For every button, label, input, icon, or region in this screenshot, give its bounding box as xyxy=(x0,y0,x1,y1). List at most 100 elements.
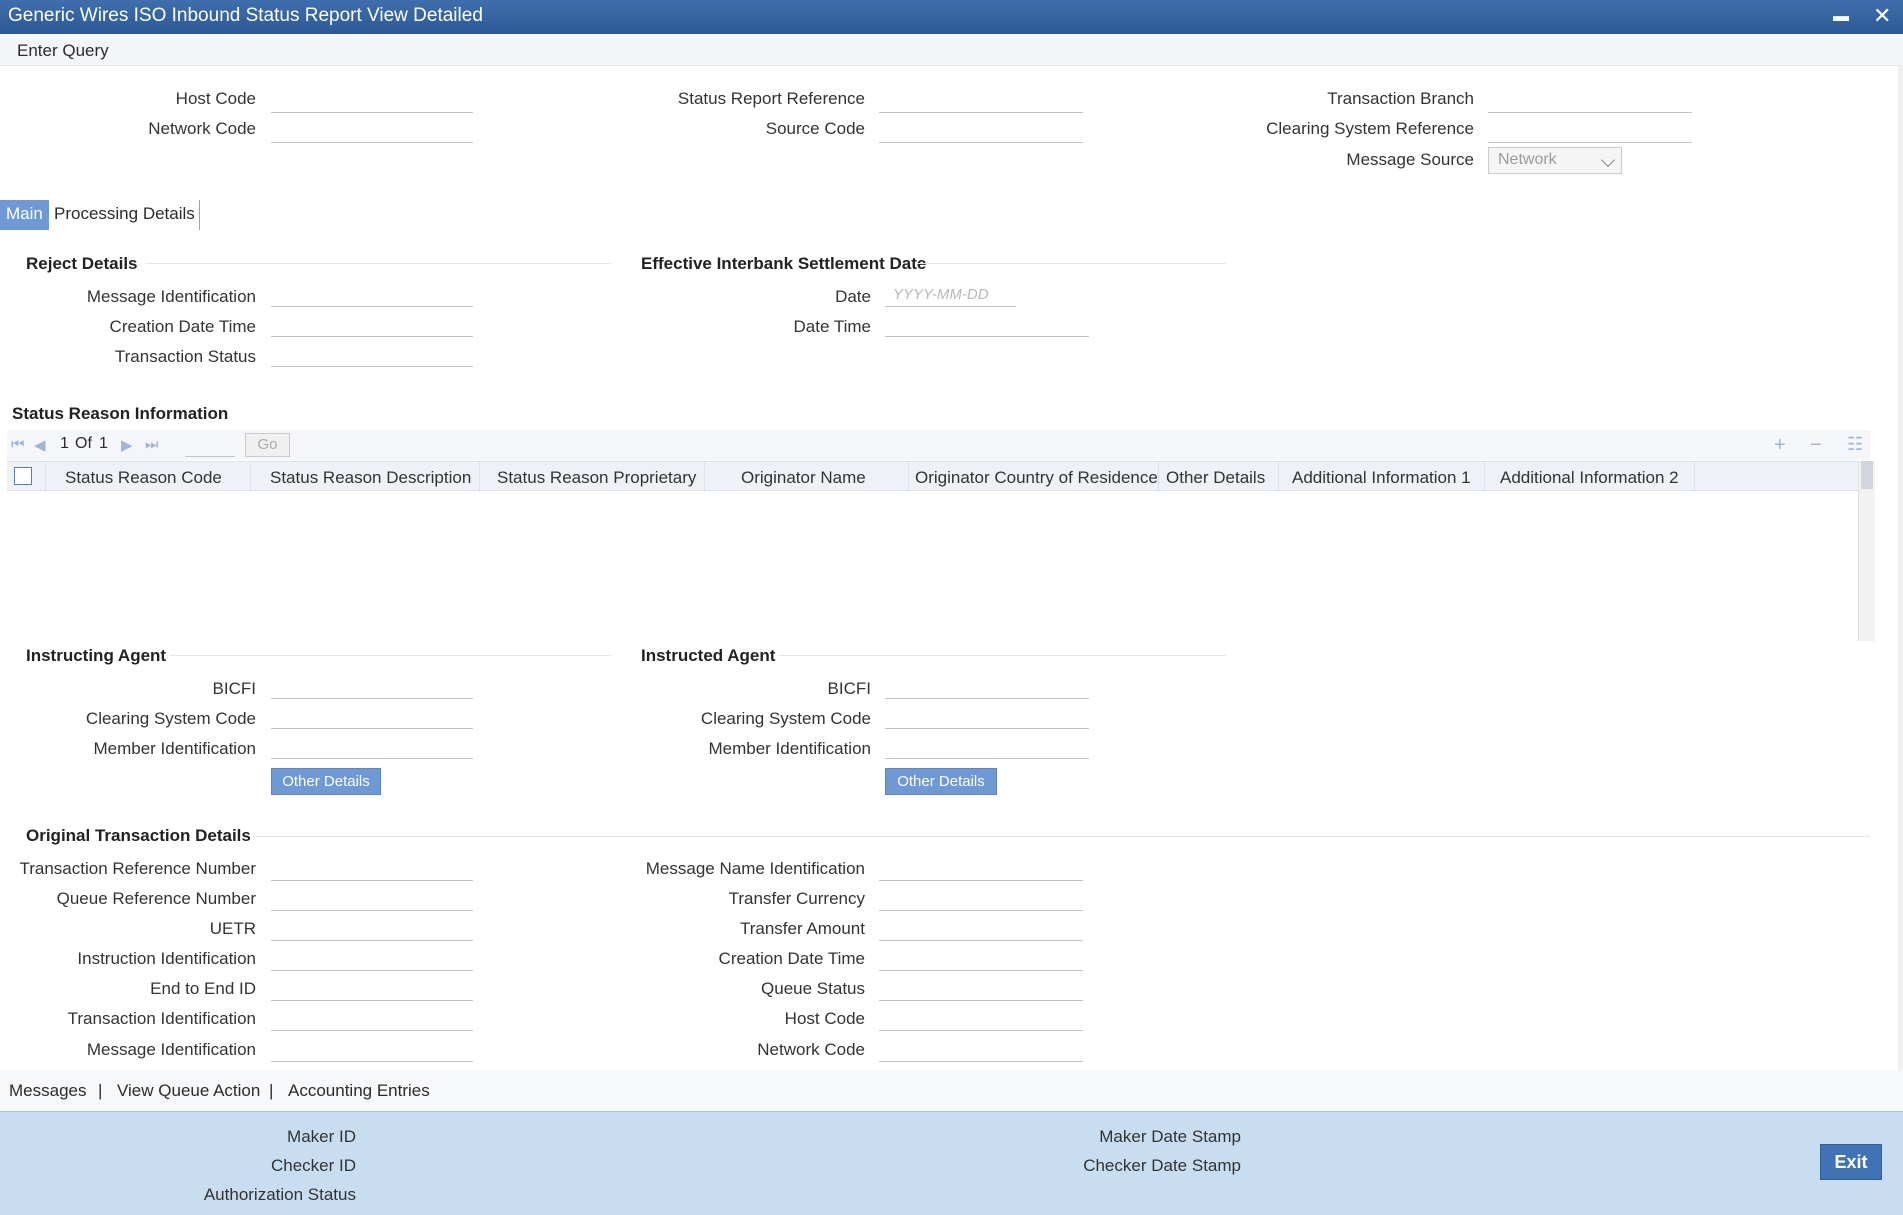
column-divider xyxy=(704,462,705,492)
accounting-entries-link[interactable]: Accounting Entries xyxy=(288,1081,430,1101)
transfer-currency-label: Transfer Currency xyxy=(728,889,865,908)
column-header-status-reason-description[interactable]: Status Reason Description xyxy=(270,468,471,488)
message-name-identification-label: Message Name Identification xyxy=(645,859,865,878)
column-header-status-reason-proprietary[interactable]: Status Reason Proprietary xyxy=(497,468,696,488)
column-header-originator-name[interactable]: Originator Name xyxy=(741,468,866,488)
original-host-code-label: Host Code xyxy=(784,1009,865,1028)
last-page-icon[interactable]: ⏭ xyxy=(145,436,159,453)
section-divider xyxy=(253,836,1870,837)
instruction-identification-field[interactable] xyxy=(271,947,473,971)
instructing-clearing-system-code-label: Clearing System Code xyxy=(85,709,256,728)
queue-status-field[interactable] xyxy=(879,977,1083,1001)
exit-button[interactable]: Exit xyxy=(1820,1144,1882,1180)
column-header-status-reason-code[interactable]: Status Reason Code xyxy=(65,468,222,488)
end-to-end-id-label: End to End ID xyxy=(150,979,256,998)
footer-links-bar: Messages | View Queue Action | Accountin… xyxy=(0,1071,1903,1111)
original-network-code-field[interactable] xyxy=(879,1038,1083,1062)
message-name-identification-field[interactable] xyxy=(879,857,1083,881)
network-code-field[interactable] xyxy=(271,119,473,143)
instructed-bicfi-label: BICFI xyxy=(827,679,871,698)
column-header-additional-information-1[interactable]: Additional Information 1 xyxy=(1292,468,1471,488)
transaction-identification-field[interactable] xyxy=(271,1007,473,1031)
date-time-label: Date Time xyxy=(793,317,871,336)
current-page: 1 xyxy=(60,435,69,452)
queue-status-label: Queue Status xyxy=(761,979,865,998)
view-queue-action-link[interactable]: View Queue Action xyxy=(117,1081,260,1101)
checker-id-label: Checker ID xyxy=(270,1156,356,1175)
maker-id-label: Maker ID xyxy=(287,1127,356,1146)
uetr-label: UETR xyxy=(209,919,256,938)
date-time-field[interactable] xyxy=(885,313,1089,337)
effective-settlement-title: Effective Interbank Settlement Date xyxy=(641,254,927,273)
tab-main[interactable]: Main xyxy=(0,200,49,230)
tab-divider xyxy=(199,200,200,230)
status-report-reference-field[interactable] xyxy=(879,89,1083,113)
instructed-bicfi-field[interactable] xyxy=(885,675,1089,699)
next-page-icon[interactable]: ▶ xyxy=(121,436,133,454)
transaction-branch-label: Transaction Branch xyxy=(1327,89,1474,108)
tab-processing-details[interactable]: Processing Details xyxy=(48,200,201,230)
source-code-field[interactable] xyxy=(879,119,1083,143)
end-to-end-id-field[interactable] xyxy=(271,977,473,1001)
transfer-amount-field[interactable] xyxy=(879,917,1083,941)
status-reason-title: Status Reason Information xyxy=(12,404,229,423)
column-header-additional-information-2[interactable]: Additional Information 2 xyxy=(1500,468,1679,488)
go-button[interactable]: Go xyxy=(245,433,290,457)
instructed-other-details-button[interactable]: Other Details xyxy=(885,768,997,795)
creation-date-time-field[interactable] xyxy=(271,313,473,337)
instructed-clearing-system-code-field[interactable] xyxy=(885,705,1089,729)
first-page-icon[interactable]: ⏮ xyxy=(11,436,25,453)
creation-date-time-label: Creation Date Time xyxy=(109,317,256,336)
scrollbar-thumb[interactable] xyxy=(1861,461,1873,489)
network-code-label: Network Code xyxy=(148,119,256,138)
column-header-originator-country[interactable]: Originator Country of Residence xyxy=(915,468,1158,488)
original-transaction-title: Original Transaction Details xyxy=(26,826,251,845)
instructed-clearing-system-code-label: Clearing System Code xyxy=(700,709,871,728)
instructing-other-details-button[interactable]: Other Details xyxy=(271,768,381,795)
instructing-clearing-system-code-field[interactable] xyxy=(271,705,473,729)
transaction-branch-field[interactable] xyxy=(1488,89,1692,113)
minimize-icon[interactable]: ▬ xyxy=(1833,6,1849,28)
original-message-identification-field[interactable] xyxy=(271,1038,473,1062)
select-all-checkbox[interactable] xyxy=(14,467,32,485)
uetr-field[interactable] xyxy=(271,917,473,941)
transaction-status-field[interactable] xyxy=(271,343,473,367)
queue-reference-number-field[interactable] xyxy=(271,887,473,911)
original-creation-date-time-field[interactable] xyxy=(879,947,1083,971)
host-code-label: Host Code xyxy=(175,89,256,108)
column-header-other-details[interactable]: Other Details xyxy=(1166,468,1265,488)
clearing-system-reference-field[interactable] xyxy=(1488,119,1692,143)
instructed-member-identification-field[interactable] xyxy=(885,735,1089,759)
date-label: Date xyxy=(835,287,871,306)
source-code-label: Source Code xyxy=(765,119,865,138)
messages-link[interactable]: Messages xyxy=(9,1081,86,1101)
host-code-field[interactable] xyxy=(271,89,473,113)
column-divider xyxy=(908,462,909,492)
page-number-input[interactable] xyxy=(185,433,235,457)
form-scrollbar[interactable] xyxy=(1898,66,1903,1071)
add-row-icon[interactable]: + xyxy=(1774,434,1786,457)
delete-row-icon[interactable]: − xyxy=(1810,434,1822,457)
message-identification-field[interactable] xyxy=(271,283,473,307)
previous-page-icon[interactable]: ◀ xyxy=(34,436,46,454)
authorization-status-label: Authorization Status xyxy=(203,1185,356,1204)
transaction-reference-number-field[interactable] xyxy=(271,857,473,881)
original-host-code-field[interactable] xyxy=(879,1007,1083,1031)
column-divider xyxy=(1484,462,1485,492)
message-source-value: Network xyxy=(1498,151,1557,168)
instructing-bicfi-field[interactable] xyxy=(271,675,473,699)
message-source-select[interactable]: Network xyxy=(1488,147,1622,174)
message-source-label: Message Source xyxy=(1346,150,1474,169)
link-separator: | xyxy=(98,1081,103,1100)
date-field[interactable]: YYYY-MM-DD xyxy=(885,283,1016,307)
audit-panel: Maker ID Checker ID Authorization Status… xyxy=(0,1111,1903,1215)
enter-query-menu[interactable]: Enter Query xyxy=(17,41,109,61)
transfer-currency-field[interactable] xyxy=(879,887,1083,911)
grid-scrollbar[interactable] xyxy=(1858,461,1875,641)
close-icon[interactable]: ✕ xyxy=(1873,5,1891,27)
list-view-icon[interactable]: ☷ xyxy=(1847,434,1863,455)
instructing-member-identification-field[interactable] xyxy=(271,735,473,759)
instructed-member-identification-label: Member Identification xyxy=(708,739,871,758)
status-report-reference-label: Status Report Reference xyxy=(677,89,865,108)
column-divider xyxy=(45,462,46,492)
